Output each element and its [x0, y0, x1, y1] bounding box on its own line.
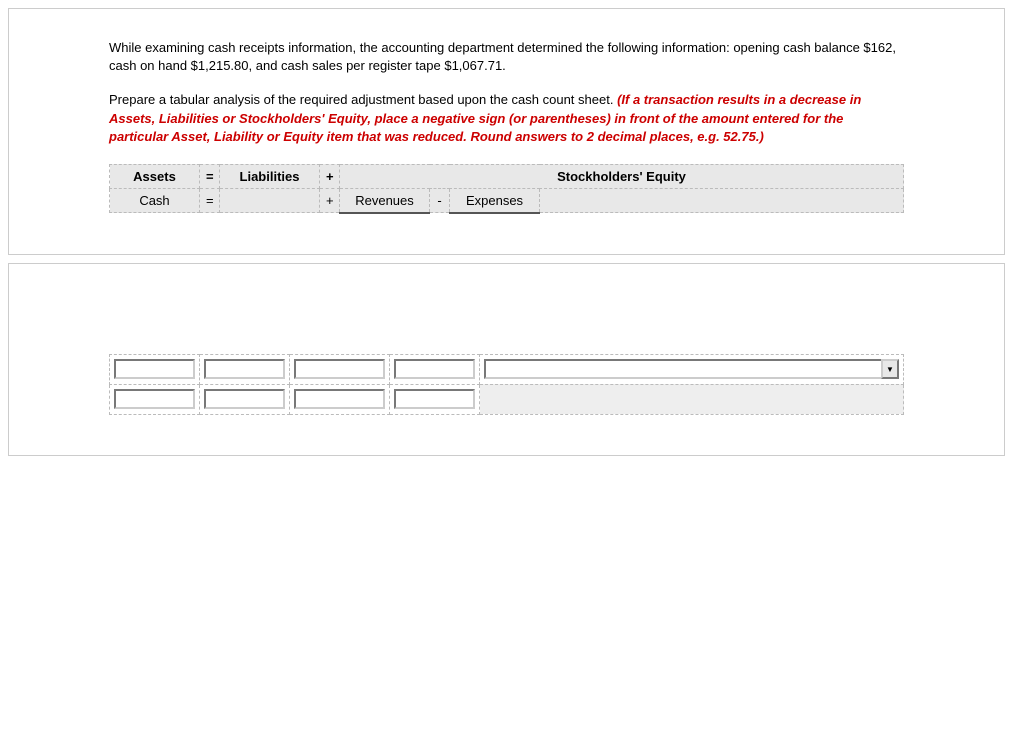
- subheader-cash: Cash: [110, 188, 200, 213]
- subheader-equals: =: [200, 188, 220, 213]
- blank-cell-r2c5: [480, 384, 904, 414]
- header-assets: Assets: [110, 164, 200, 188]
- subheader-liabilities-blank: [220, 188, 320, 213]
- input-row-1: ▼: [110, 354, 904, 384]
- subheader-se-blank: [540, 188, 904, 213]
- answer-input-table: ▼: [109, 354, 904, 415]
- input-r1c2[interactable]: [204, 359, 285, 379]
- instructions-text: Prepare a tabular analysis of the requir…: [109, 91, 904, 146]
- input-r2c2[interactable]: [204, 389, 285, 409]
- input-r2c1[interactable]: [114, 389, 195, 409]
- subheader-plus: +: [320, 188, 340, 213]
- header-equals: =: [200, 164, 220, 188]
- header-liabilities: Liabilities: [220, 164, 320, 188]
- instructions-plain: Prepare a tabular analysis of the requir…: [109, 92, 617, 107]
- subheader-expenses: Expenses: [450, 188, 540, 213]
- header-stockholders-equity: Stockholders' Equity: [340, 164, 904, 188]
- input-r2c4[interactable]: [394, 389, 475, 409]
- subheader-minus: -: [430, 188, 450, 213]
- input-r1c3[interactable]: [294, 359, 385, 379]
- input-r1c4[interactable]: [394, 359, 475, 379]
- question-section: While examining cash receipts informatio…: [8, 8, 1005, 255]
- equation-header-table: Assets = Liabilities + Stockholders' Equ…: [109, 164, 904, 214]
- header-plus: +: [320, 164, 340, 188]
- dropdown-button[interactable]: ▼: [881, 359, 899, 379]
- answer-section: ▼: [8, 263, 1005, 456]
- input-r2c3[interactable]: [294, 389, 385, 409]
- chevron-down-icon: ▼: [886, 365, 894, 374]
- select-wrap-r1c5: ▼: [484, 359, 899, 379]
- intro-text: While examining cash receipts informatio…: [109, 39, 904, 75]
- subheader-revenues: Revenues: [340, 188, 430, 213]
- input-row-2: [110, 384, 904, 414]
- input-r1c5[interactable]: [484, 359, 881, 379]
- input-r1c1[interactable]: [114, 359, 195, 379]
